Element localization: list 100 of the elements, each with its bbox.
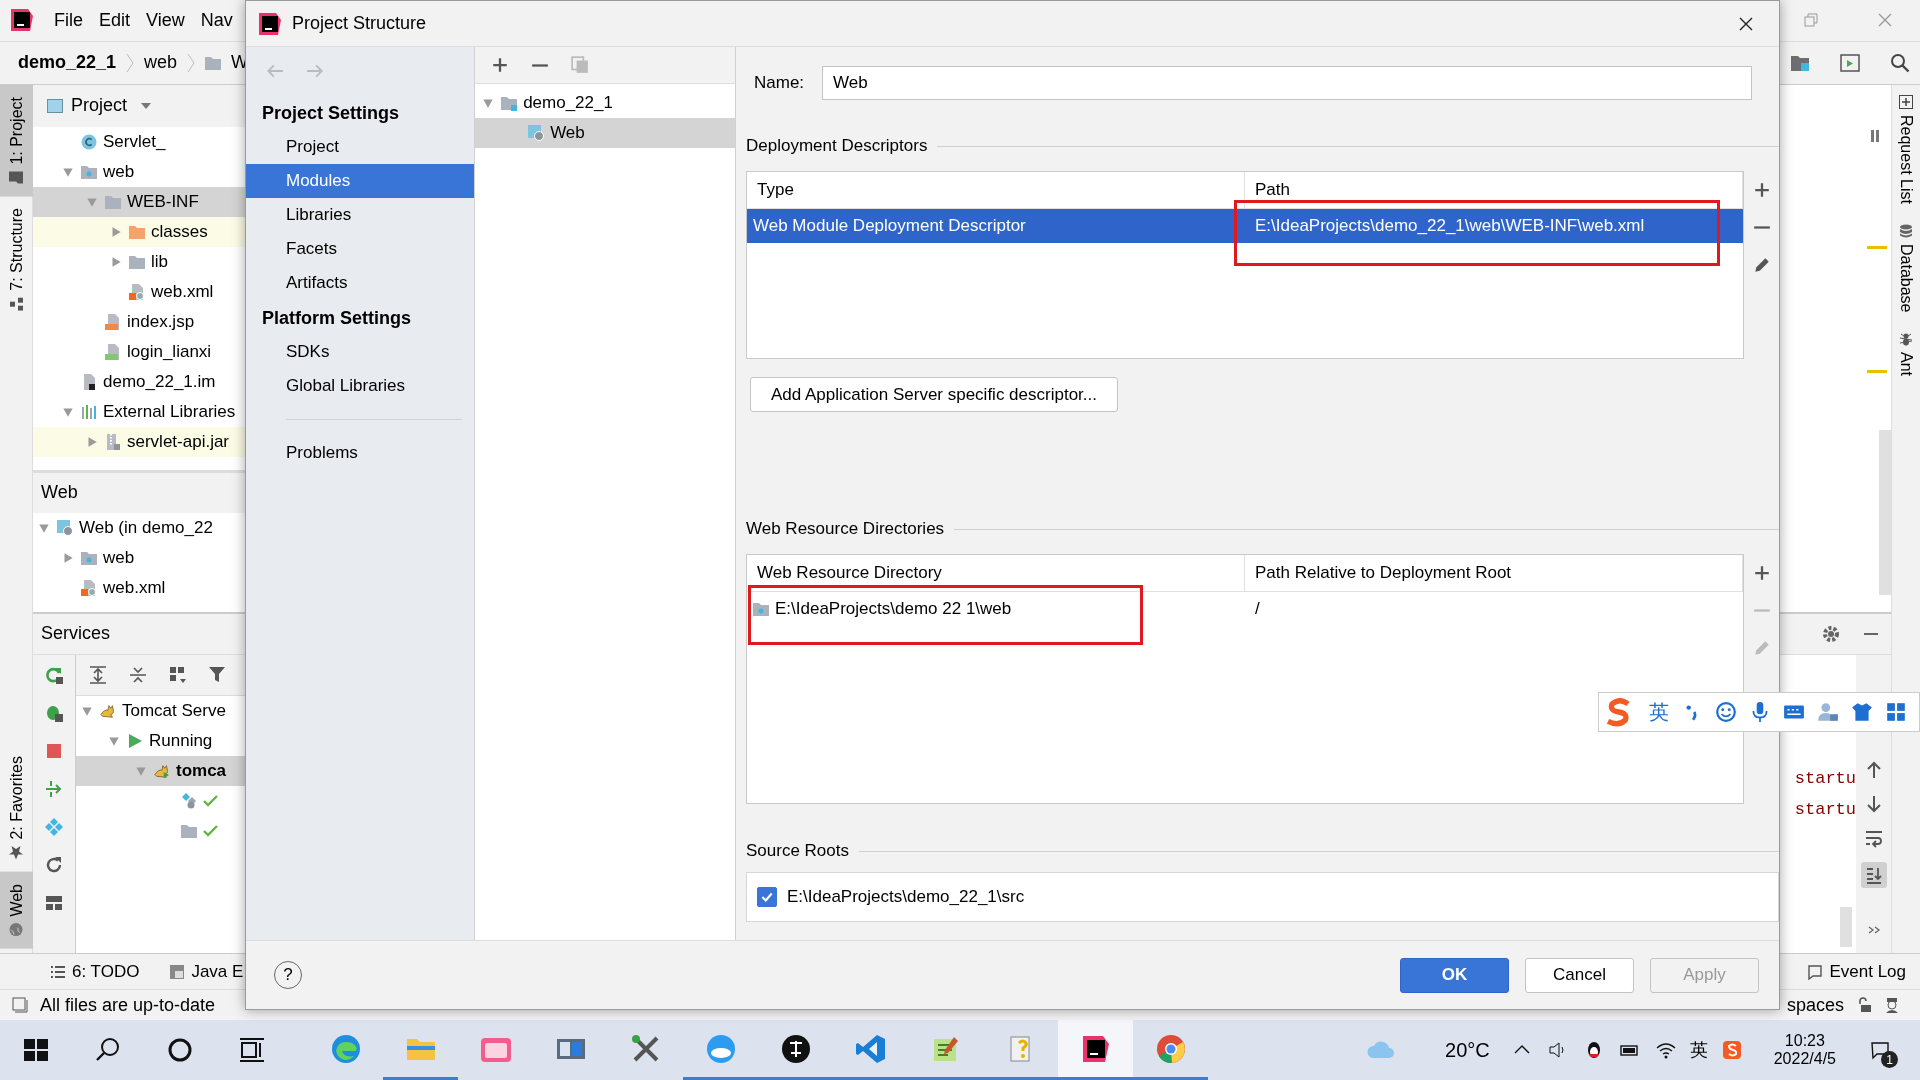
tree-item[interactable]: login_lianxi [33,336,245,367]
minus-icon [531,63,550,67]
gear-icon[interactable] [1821,623,1841,644]
table-cell: E:\IdeaProjects\demo_22_1\web\WEB-INF\web.xml [1255,216,1645,236]
expand-all-icon[interactable] [88,664,108,685]
sidebar-item[interactable]: Project [246,130,475,164]
plus-icon [1752,564,1771,582]
tree-item[interactable]: Servlet_ [33,126,245,157]
clock-time[interactable]: 10:23 [1784,1032,1825,1050]
folder-icon [205,54,222,71]
tree-item[interactable]: web [33,156,245,187]
library-icon [81,403,97,420]
add-button[interactable] [1752,181,1771,199]
tree-item[interactable]: index.jsp [33,306,245,337]
add-descriptor-button[interactable]: Add Application Server specific descriptor... [750,377,1118,412]
unlocked-icon[interactable] [1856,997,1872,1014]
add-button[interactable] [491,56,510,74]
name-field[interactable]: Web [822,66,1753,100]
breadcrumb[interactable]: demo_22_1 [18,52,117,74]
tool-window-tab[interactable]: Ant [1892,322,1920,387]
group-icon[interactable] [168,664,188,685]
smiley-icon[interactable] [1715,701,1737,723]
sidebar-item[interactable]: Libraries [246,198,475,232]
tree-item[interactable]: WEB-INF [33,186,245,217]
scrollbar[interactable] [1840,907,1852,948]
shirt-icon[interactable] [1851,701,1873,723]
taskbar-app[interactable] [1058,1020,1133,1080]
tool-window-tab[interactable]: Request List [1892,84,1920,214]
sidebar-item[interactable]: Facets [246,232,475,266]
input-mode[interactable]: 英 [1649,698,1669,726]
dialog-button[interactable]: OK [1400,957,1509,993]
sidebar-item[interactable]: Global Libraries [246,369,475,403]
person-icon[interactable] [1884,997,1900,1014]
tree-item[interactable]: Web (in demo_22 [33,512,245,543]
section-heading: Platform Settings [261,307,413,330]
dropdown-arrow-icon[interactable] [141,102,152,109]
input-language[interactable]: 英 [1689,1038,1708,1062]
tool-window-tab[interactable]: 2: Favorites [0,743,33,872]
column-header[interactable]: Path Relative to Deployment Root [1245,555,1743,591]
column-header[interactable]: Type [747,172,1245,208]
run-window-icon[interactable] [1840,52,1860,73]
structure-icon [9,297,24,312]
refresh-icon[interactable] [44,854,64,875]
wifi-icon[interactable] [1655,1040,1676,1060]
search-icon[interactable] [1890,52,1910,73]
play-icon [127,732,143,749]
square-icon[interactable] [12,997,28,1014]
close-icon[interactable] [1738,15,1754,32]
tool-window-tab[interactable]: 6: TODO [50,961,140,982]
weather-temperature[interactable]: 20°C [1445,1038,1490,1062]
chevron-icon [187,52,196,73]
menu-item[interactable]: View [140,9,191,31]
column-header[interactable]: Path [1245,172,1743,208]
tool-window-tab[interactable]: Web [0,871,33,949]
collapse-all-icon[interactable] [128,664,148,685]
column-header[interactable]: Web Resource Directory [747,555,1245,591]
breadcrumb[interactable]: web [144,52,178,74]
filter-icon[interactable] [208,664,228,685]
scrollbar[interactable] [1879,429,1891,595]
sogou-icon[interactable] [1721,1040,1742,1060]
deploy-icon[interactable] [44,778,64,799]
edit-button[interactable] [1752,256,1771,274]
minus-icon [1752,609,1771,612]
tool-window-tab[interactable]: 1: Project [0,84,33,197]
scroll-to-end-icon[interactable] [1860,861,1887,888]
menu-item[interactable]: Edit [93,9,137,31]
clock-date[interactable]: 2022/4/5 [1773,1050,1836,1068]
sidebar-item[interactable]: SDKs [246,335,475,369]
tree-item[interactable]: web.xml [33,572,245,603]
tree-item[interactable]: Running [76,725,276,756]
user-icon[interactable] [1817,701,1839,723]
tool-window-tab[interactable]: Database [1892,213,1920,323]
menu-item[interactable]: File [48,9,89,31]
tree-item[interactable]: demo_22_1.im [33,366,245,397]
sidebar-item[interactable]: Problems [246,436,475,470]
dialog-button[interactable]: Cancel [1525,957,1634,993]
tree-item[interactable]: External Libraries [33,396,245,427]
sidebar-item[interactable]: Modules [246,164,475,198]
pause-icon[interactable] [1871,129,1879,142]
tool-window-tab[interactable]: 7: Structure [0,196,33,324]
table-row[interactable]: Web Module Deployment Descriptor E:\IdeaProjects\demo_22_1\web\WEB-INF\web.xml [747,209,1743,243]
table-row[interactable]: E:\IdeaProjects\demo 22 1\web / [747,592,1743,626]
tree-item[interactable]: web [33,542,245,573]
tool-window-tab[interactable]: Java E [169,961,244,982]
tree-item[interactable]: servlet-api.jar [33,426,245,457]
sidebar-item[interactable]: Artifacts [246,266,475,300]
panel-title[interactable]: Project [71,95,128,117]
tree-item[interactable]: classes [33,216,245,247]
tree-item[interactable]: lib [33,246,245,277]
event-log-tab[interactable]: Event Log [1807,961,1906,982]
add-button[interactable] [1752,564,1771,582]
menu-item[interactable]: Nav [194,9,239,31]
tree-item[interactable]: Tomcat Serve [76,695,276,726]
tree-item[interactable]: Web [475,118,735,148]
checkbox[interactable] [757,887,777,907]
indent-setting[interactable]: spaces [1786,994,1844,1016]
tree-item[interactable]: demo_22_1 [475,88,735,118]
notification-button[interactable]: 1 [1860,1030,1900,1070]
tree-item[interactable]: web.xml [33,276,245,307]
grid-icon[interactable] [1885,701,1907,723]
